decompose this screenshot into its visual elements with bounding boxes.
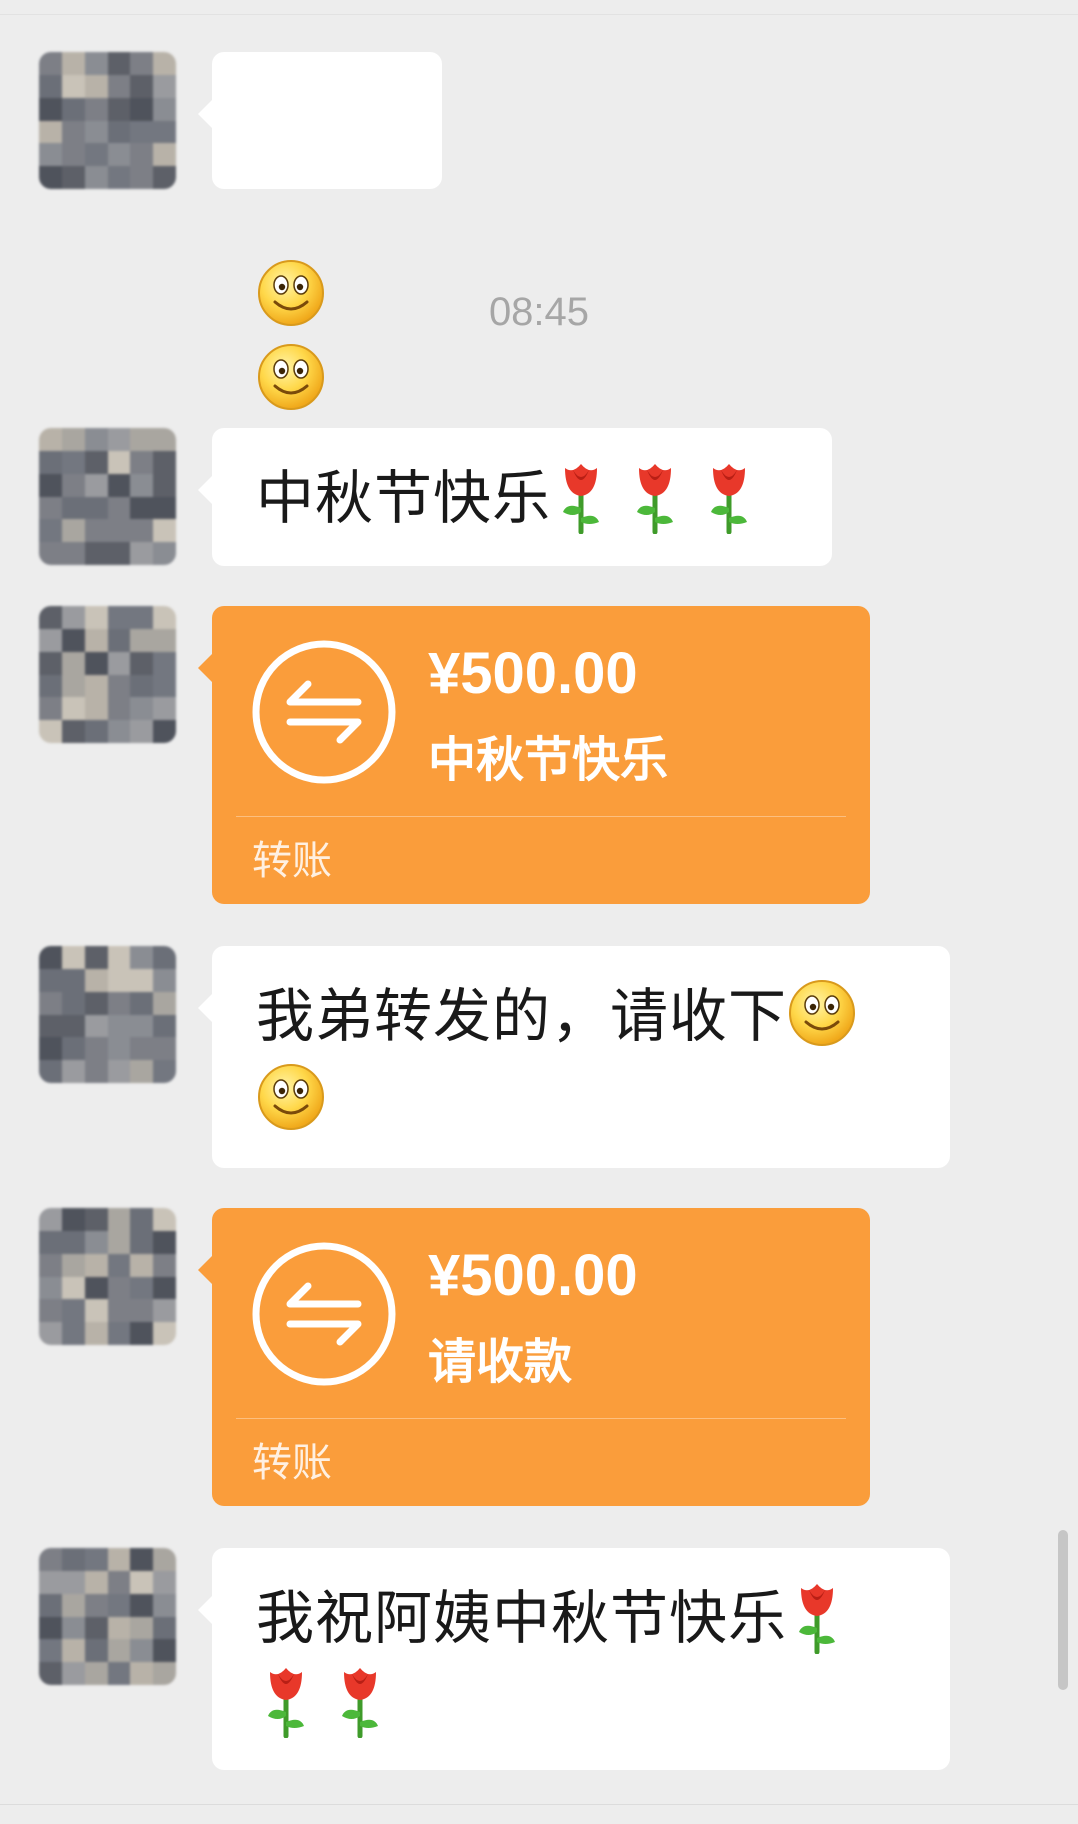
bottom-divider (0, 1804, 1078, 1805)
smile-emoji-icon (256, 1062, 326, 1132)
transfer-card[interactable]: ¥500.00 中秋节快乐 转账 (198, 606, 870, 904)
transfer-label: 转账 (252, 838, 332, 884)
top-divider (0, 14, 1078, 15)
transfer-divider (236, 816, 846, 817)
avatar[interactable] (39, 946, 176, 1083)
smile-emoji-icon (256, 342, 326, 412)
rose-emoji-icon (256, 1662, 316, 1738)
transfer-label: 转账 (252, 1440, 332, 1486)
avatar[interactable] (39, 52, 176, 189)
message-text: 我弟转发的，请收下 (256, 982, 788, 1050)
rose-emoji-icon (625, 458, 685, 534)
rose-emoji-icon (551, 458, 611, 534)
message-text: 中秋节快乐 (256, 464, 552, 532)
chat-window: 08:45 中秋节快乐 ¥500.00 中秋节快乐 转账 我弟转发的，请收下 ¥… (0, 0, 1078, 1824)
chat-timestamp: 08:45 (488, 290, 590, 334)
transfer-note: 中秋节快乐 (428, 732, 669, 788)
message-content: 中秋节快乐 (256, 456, 796, 540)
rose-emoji-icon (699, 458, 759, 534)
avatar[interactable] (39, 1548, 176, 1685)
rose-emoji-icon (787, 1578, 847, 1654)
message-bubble[interactable]: 中秋节快乐 (198, 428, 832, 566)
avatar[interactable] (39, 428, 176, 565)
message-bubble[interactable]: 我弟转发的，请收下 (198, 946, 950, 1168)
avatar[interactable] (39, 1208, 176, 1345)
transfer-card[interactable]: ¥500.00 请收款 转账 (198, 1208, 870, 1506)
avatar[interactable] (39, 606, 176, 743)
message-bubble[interactable]: 我祝阿姨中秋节快乐 (198, 1548, 950, 1770)
message-content: 我弟转发的，请收下 (256, 974, 914, 1142)
rose-emoji-icon (330, 1662, 390, 1738)
transfer-amount: ¥500.00 (428, 641, 638, 706)
transfer-arrows-icon (250, 1240, 398, 1388)
message-text: 我祝阿姨中秋节快乐 (256, 1584, 788, 1652)
transfer-amount: ¥500.00 (428, 1243, 638, 1308)
scrollbar[interactable] (1058, 1530, 1068, 1690)
transfer-note: 请收款 (428, 1334, 573, 1390)
transfer-divider (236, 1418, 846, 1419)
message-bubble[interactable] (198, 52, 442, 189)
smile-emoji-icon (787, 978, 857, 1048)
transfer-arrows-icon (250, 638, 398, 786)
message-content: 我祝阿姨中秋节快乐 (256, 1576, 914, 1744)
